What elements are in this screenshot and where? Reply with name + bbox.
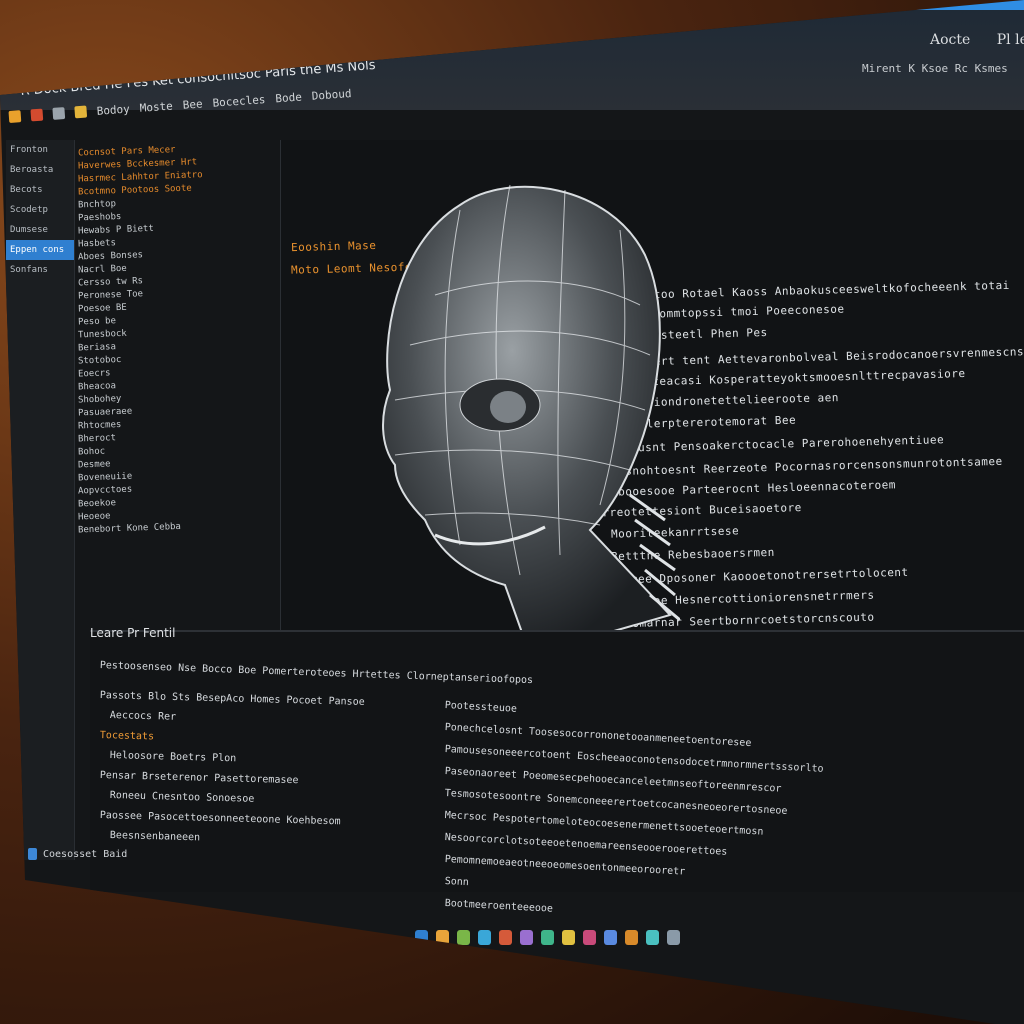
mail-icon[interactable] bbox=[478, 930, 491, 945]
status-label: Coesosset Baid bbox=[43, 848, 128, 860]
toolbar-item-2[interactable]: Bee bbox=[182, 97, 203, 111]
browser-icon[interactable] bbox=[436, 930, 449, 945]
app-name: Aocte Pl le bbox=[930, 32, 1024, 48]
sidebar-item-5[interactable]: Eppen cons bbox=[6, 240, 74, 260]
save-icon[interactable] bbox=[30, 108, 44, 122]
sidebar-item-0[interactable]: Fronton bbox=[6, 140, 74, 160]
settings-icon[interactable] bbox=[520, 930, 533, 945]
app-name-main: Aocte bbox=[930, 32, 971, 48]
toolbar-item-1[interactable]: Moste bbox=[139, 99, 173, 114]
video-icon[interactable] bbox=[604, 930, 617, 945]
left-pupil bbox=[490, 391, 526, 423]
store-icon[interactable] bbox=[562, 930, 575, 945]
toolbar-item-4[interactable]: Bode bbox=[275, 90, 302, 105]
status-indicator-icon bbox=[28, 848, 37, 860]
panel-line: Tocestats bbox=[99, 730, 155, 743]
taskbar bbox=[415, 930, 680, 945]
monitor-screen: R Dock Bred He Fes Ket consochitsoc Pari… bbox=[0, 0, 1024, 1024]
photos-icon[interactable] bbox=[583, 930, 596, 945]
folder-icon[interactable] bbox=[8, 110, 22, 123]
chat-icon[interactable] bbox=[541, 930, 554, 945]
music-icon[interactable] bbox=[499, 930, 512, 945]
terminal-icon[interactable] bbox=[457, 930, 470, 945]
panel-line: Beesnsenbaneeen bbox=[109, 830, 201, 844]
sidebar-item-6[interactable]: Sonfans bbox=[6, 260, 74, 280]
sidebar-item-2[interactable]: Becots bbox=[6, 180, 74, 200]
sidebar-item-3[interactable]: Scodetp bbox=[6, 200, 74, 220]
toolbar-item-0[interactable]: Bodoy bbox=[96, 102, 130, 117]
undo-icon[interactable] bbox=[52, 107, 66, 120]
wireframe-head-graphic bbox=[382, 184, 680, 655]
panel-title[interactable]: Leare Pr Fentil bbox=[90, 626, 175, 640]
sidebar: Fronton Beroasta Becots Scodetp Dumsese … bbox=[6, 140, 75, 860]
files-icon[interactable] bbox=[415, 930, 428, 945]
statusbar: Coesosset Baid bbox=[28, 848, 127, 860]
code-icon[interactable] bbox=[646, 930, 659, 945]
sidebar-item-1[interactable]: Beroasta bbox=[6, 160, 74, 180]
calendar-icon[interactable] bbox=[625, 930, 638, 945]
sidebar-item-4[interactable]: Dumsese bbox=[6, 220, 74, 240]
run-icon[interactable] bbox=[74, 105, 88, 119]
system-icon[interactable] bbox=[667, 930, 680, 945]
app-name-suffix: Pl le bbox=[996, 32, 1024, 48]
panel-output-line: Bootmeeroenteeeooe bbox=[444, 898, 554, 915]
panel-output-line: Sonn bbox=[444, 876, 470, 889]
file-tree: Cocnsot Pars Mecer Haverwes Bcckesmer Hrt… bbox=[78, 145, 278, 625]
toolbar-item-5[interactable]: Doboud bbox=[311, 87, 352, 103]
panel-line: Aeccocs Rer bbox=[109, 710, 177, 723]
toolbar-item-3[interactable]: Bocecles bbox=[212, 93, 266, 110]
